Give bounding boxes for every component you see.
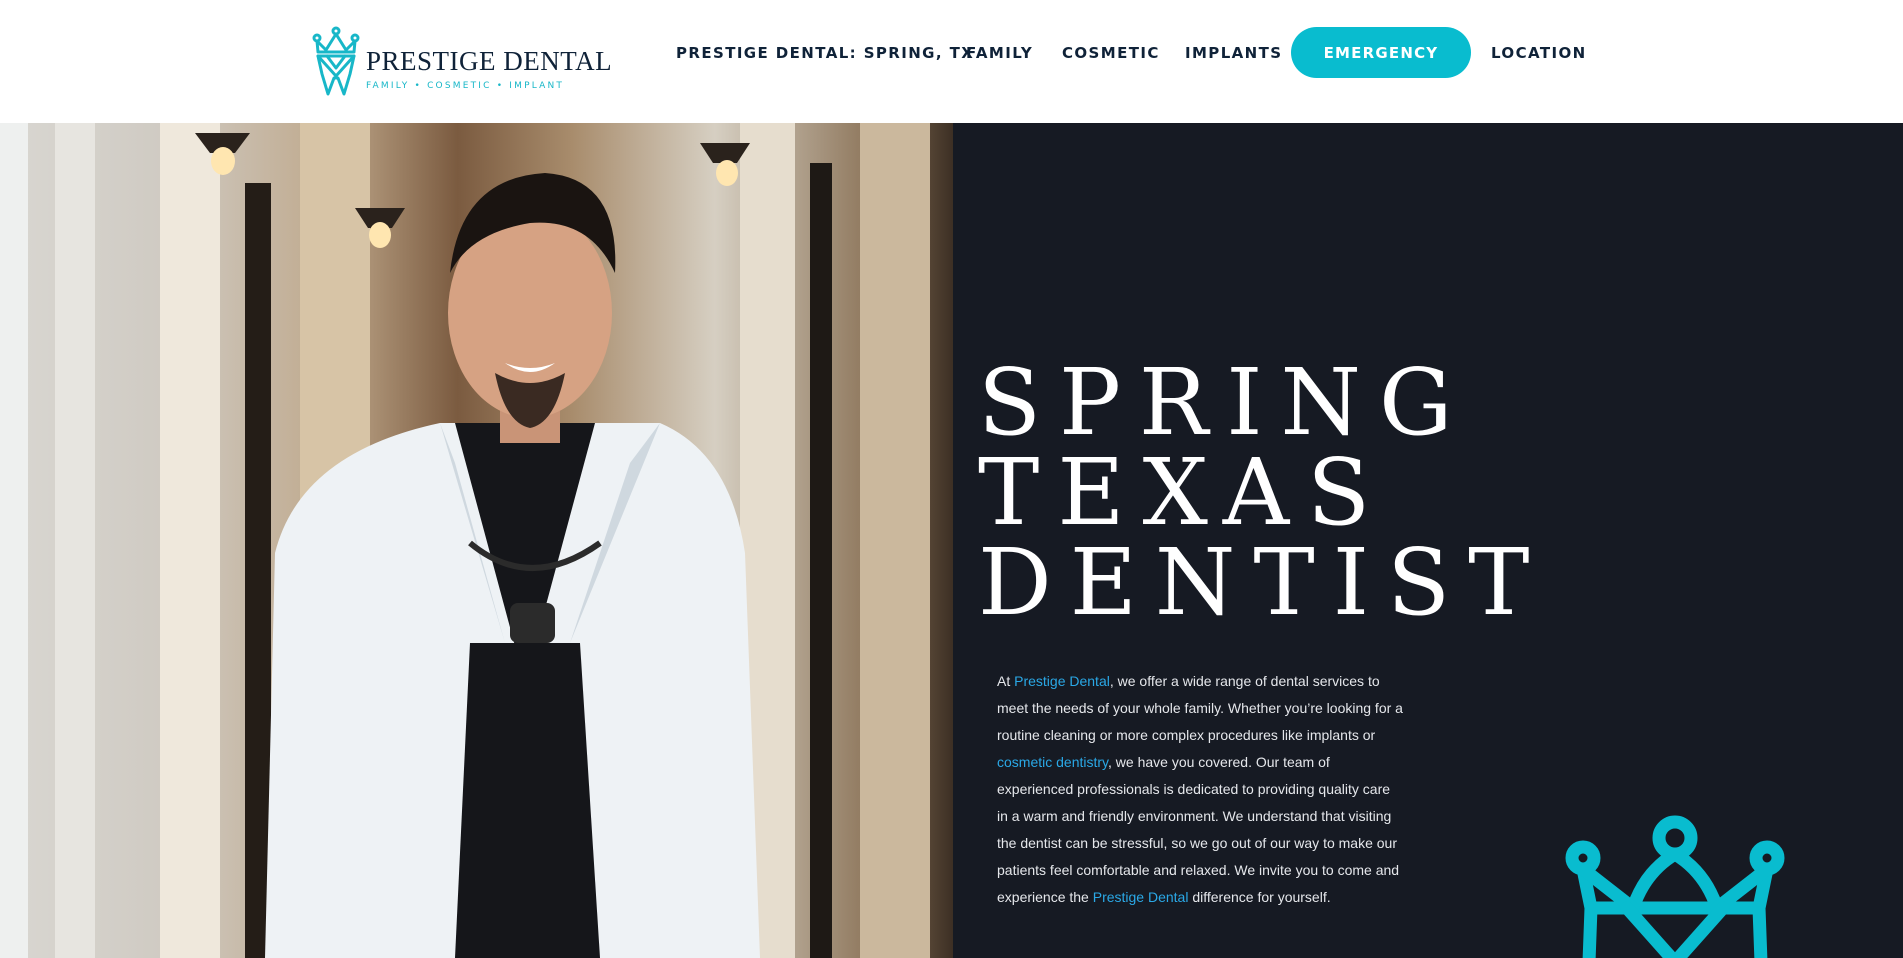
prestige-dental-link-2[interactable]: Prestige Dental	[1093, 889, 1189, 905]
dentist-portrait-image	[0, 123, 930, 958]
headline-line-dentist: DENTIST	[978, 529, 1548, 636]
intro-text-1: At	[997, 673, 1015, 689]
site-header: PRESTIGE DENTAL FAMILY • COSMETIC • IMPL…	[0, 0, 1903, 123]
hero-photo-dentist	[0, 123, 953, 958]
prestige-dental-link[interactable]: Prestige Dental	[1014, 673, 1110, 689]
headline-line-spring: SPRING	[978, 349, 1471, 456]
nav-item-emergency[interactable]: EMERGENCY	[1291, 27, 1471, 78]
nav-item-location[interactable]: LOCATION	[1491, 44, 1587, 62]
nav-item-cosmetic[interactable]: COSMETIC	[1062, 44, 1160, 62]
nav-item-family[interactable]: FAMILY	[966, 44, 1033, 62]
hero-headline: SPRING TEXAS DENTIST	[978, 349, 1548, 636]
hero-intro-paragraph: At Prestige Dental, we offer a wide rang…	[997, 668, 1403, 911]
cosmetic-dentistry-link[interactable]: cosmetic dentistry	[997, 754, 1108, 770]
crown-icon	[1565, 815, 1785, 958]
intro-text-4: difference for yourself.	[1188, 889, 1331, 905]
nav-item-spring-tx[interactable]: PRESTIGE DENTAL: SPRING, TX	[676, 44, 974, 62]
logo-tagline: FAMILY • COSMETIC • IMPLANT	[366, 81, 565, 91]
nav-item-implants[interactable]: IMPLANTS	[1185, 44, 1282, 62]
main-nav: PRESTIGE DENTAL: SPRING, TX FAMILY COSME…	[0, 27, 1903, 78]
headline-line-texas: TEXAS	[978, 439, 1389, 546]
intro-text-3: , we have you covered. Our team of exper…	[997, 754, 1400, 905]
